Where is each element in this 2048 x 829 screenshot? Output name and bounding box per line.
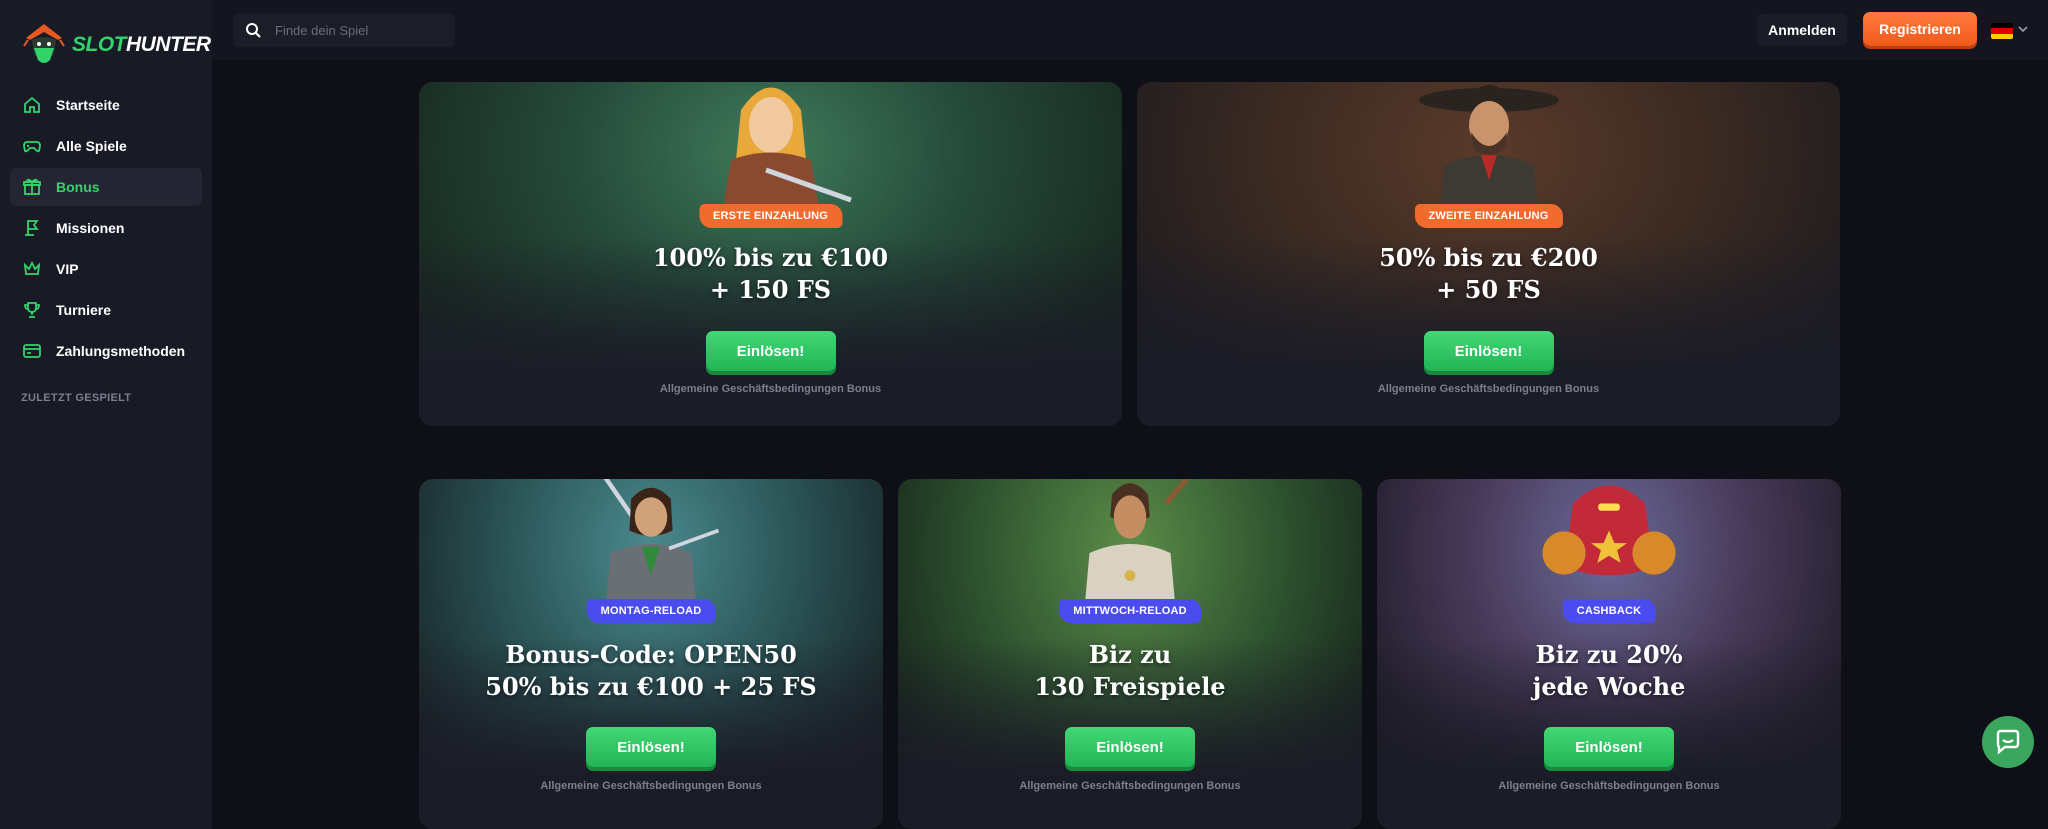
bonus-title: Biz zu 20% jede Woche <box>1377 639 1841 703</box>
bonus-title-line2: 130 Freispiele <box>1034 672 1226 701</box>
bonus-title: Biz zu 130 Freispiele <box>898 639 1362 703</box>
hunter-logo-icon <box>23 24 65 63</box>
bonus-title: 100% bis zu €100 + 150 FS <box>419 242 1122 306</box>
recently-played-heading: ZULETZT GESPIELT <box>21 392 132 404</box>
logo[interactable]: SLOTHUNTER <box>22 20 211 70</box>
redeem-button[interactable]: Einlösen! <box>1423 331 1554 371</box>
bonus-card-wednesday-reload: MITTWOCH-RELOAD Biz zu 130 Freispiele Ei… <box>898 479 1362 829</box>
sidebar-item-label: Missionen <box>56 220 125 236</box>
brand-name-part2: HUNTER <box>126 33 211 56</box>
home-icon <box>22 95 42 115</box>
bonus-card-second-deposit: ZWEITE EINZAHLUNG 50% bis zu €200 + 50 F… <box>1137 82 1840 426</box>
sidebar-item-label: Turniere <box>56 302 111 318</box>
german-flag-icon <box>1991 23 2013 39</box>
redeem-button[interactable]: Einlösen! <box>705 331 836 371</box>
bonus-title-line2: + 50 FS <box>1436 275 1541 304</box>
sidebar-item-label: Alle Spiele <box>56 138 127 154</box>
chevron-down-icon <box>2017 22 2029 40</box>
bonus-terms-link[interactable]: Allgemeine Geschäftsbedingungen Bonus <box>1377 780 1841 792</box>
bonus-page: ERSTE EINZAHLUNG 100% bis zu €100 + 150 … <box>212 60 2048 829</box>
sidebar: SLOTHUNTER Startseite Alle Spiele Bonus <box>0 0 212 829</box>
sidebar-item-missionen[interactable]: Missionen <box>10 209 202 247</box>
bonus-title-line2: 50% bis zu €100 + 25 FS <box>485 672 817 701</box>
gamepad-icon <box>22 136 42 156</box>
warrior-woman-character-icon <box>720 87 852 220</box>
bonus-card-cashback: CASHBACK Biz zu 20% jede Woche Einlösen!… <box>1377 479 1841 829</box>
redeem-button[interactable]: Einlösen! <box>1065 727 1195 767</box>
chat-bubble-icon <box>1996 729 2020 755</box>
bonus-badge: ERSTE EINZAHLUNG <box>698 204 843 228</box>
bonus-title: 50% bis zu €200 + 50 FS <box>1137 242 1840 306</box>
gift-icon <box>22 177 42 197</box>
bonus-title-line1: Biz zu 20% <box>1535 640 1683 669</box>
brand-name-part1: SLOT <box>72 33 127 56</box>
bonus-terms-link[interactable]: Allgemeine Geschäftsbedingungen Bonus <box>898 780 1362 792</box>
bonus-title-line1: 50% bis zu €200 <box>1379 243 1598 272</box>
sidebar-item-turniere[interactable]: Turniere <box>10 291 202 329</box>
sidebar-item-label: Zahlungsmethoden <box>56 343 186 359</box>
sidebar-item-zahlungsmethoden[interactable]: Zahlungsmethoden <box>10 332 202 370</box>
sidebar-item-alle-spiele[interactable]: Alle Spiele <box>10 127 202 165</box>
cowboy-character-icon <box>1418 85 1559 220</box>
robot-golem-character-icon <box>1542 485 1676 576</box>
register-button[interactable]: Registrieren <box>1863 12 1977 46</box>
bonus-terms-link[interactable]: Allgemeine Geschäftsbedingungen Bonus <box>1137 383 1840 395</box>
knight-character-icon <box>603 479 720 603</box>
sidebar-item-label: Startseite <box>56 97 120 113</box>
bonus-terms-link[interactable]: Allgemeine Geschäftsbedingungen Bonus <box>419 780 883 792</box>
bonus-card-monday-reload: MONTAG-RELOAD Bonus-Code: OPEN50 50% bis… <box>419 479 883 829</box>
crown-icon <box>22 259 42 279</box>
bonus-badge: MITTWOCH-RELOAD <box>1059 599 1201 623</box>
flag-icon <box>22 218 42 238</box>
bonus-badge: MONTAG-RELOAD <box>586 599 716 623</box>
sidebar-item-startseite[interactable]: Startseite <box>10 86 202 124</box>
brand-name: SLOTHUNTER <box>72 33 211 57</box>
redeem-button[interactable]: Einlösen! <box>586 727 716 767</box>
search-input[interactable] <box>275 22 445 38</box>
search-box[interactable] <box>233 13 455 47</box>
search-icon <box>246 23 261 38</box>
bonus-badge: CASHBACK <box>1562 599 1656 623</box>
sidebar-item-bonus[interactable]: Bonus <box>10 168 202 206</box>
language-selector[interactable] <box>1991 22 2029 40</box>
bonus-card-first-deposit: ERSTE EINZAHLUNG 100% bis zu €100 + 150 … <box>419 82 1122 426</box>
trophy-icon <box>22 300 42 320</box>
bonus-title-line1: Biz zu <box>1088 640 1172 669</box>
sidebar-item-label: VIP <box>56 261 79 277</box>
bonus-title-line2: + 150 FS <box>709 275 832 304</box>
bonus-title-line2: jede Woche <box>1532 672 1686 701</box>
redeem-button[interactable]: Einlösen! <box>1544 727 1674 767</box>
explorer-character-icon <box>1085 479 1190 603</box>
bonus-title: Bonus-Code: OPEN50 50% bis zu €100 + 25 … <box>419 639 883 703</box>
live-chat-button[interactable] <box>1982 716 2034 768</box>
sidebar-nav: Startseite Alle Spiele Bonus Missionen V… <box>10 86 202 373</box>
bonus-terms-link[interactable]: Allgemeine Geschäftsbedingungen Bonus <box>419 383 1122 395</box>
top-header: Anmelden Registrieren <box>212 0 2048 60</box>
sidebar-item-vip[interactable]: VIP <box>10 250 202 288</box>
bonus-title-line1: 100% bis zu €100 <box>652 243 889 272</box>
card-icon <box>22 341 42 361</box>
sidebar-item-label: Bonus <box>56 179 100 195</box>
bonus-badge: ZWEITE EINZAHLUNG <box>1414 204 1563 228</box>
login-button[interactable]: Anmelden <box>1757 14 1847 46</box>
bonus-title-line1: Bonus-Code: OPEN50 <box>505 640 797 669</box>
